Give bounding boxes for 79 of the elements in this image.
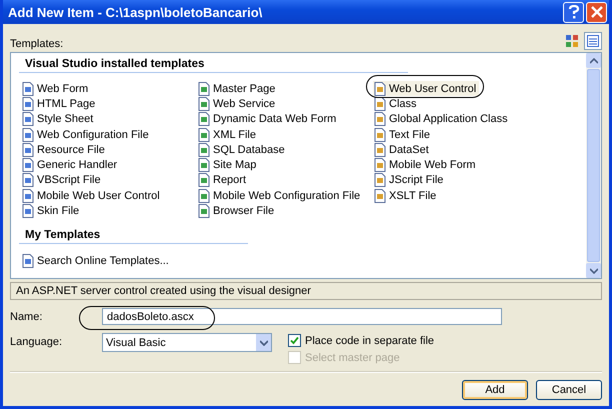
template-item[interactable]: Skin File	[21, 203, 82, 219]
template-item[interactable]: Style Sheet	[21, 112, 96, 127]
template-item[interactable]: Mobile Web Configuration File	[197, 188, 364, 204]
template-item[interactable]: Web User Control	[373, 81, 480, 96]
large-icons-button[interactable]	[563, 32, 581, 50]
template-item[interactable]: Resource File	[21, 142, 108, 158]
template-item[interactable]: DataSet	[373, 142, 432, 158]
file-icon	[197, 173, 211, 188]
file-icon	[373, 158, 387, 172]
file-icon	[373, 112, 387, 126]
file-icon	[373, 82, 387, 96]
language-label: Language:	[10, 335, 63, 348]
scroll-up-icon	[590, 58, 598, 64]
caret-icon	[260, 340, 268, 346]
file-icon	[197, 142, 211, 157]
template-item[interactable]: Class	[373, 96, 420, 112]
template-item[interactable]: HTML Page	[21, 96, 98, 112]
template-item[interactable]: Web Form	[21, 81, 92, 96]
name-field[interactable]: dadosBoleto.ascx	[102, 308, 502, 325]
file-icon	[21, 96, 35, 111]
file-icon	[373, 188, 387, 203]
template-item[interactable]: Report	[197, 172, 250, 188]
template-item[interactable]: Web Configuration File	[21, 126, 152, 142]
list-icon	[587, 35, 599, 47]
template-item[interactable]: Global Application Class	[373, 112, 511, 127]
file-icon	[21, 142, 35, 157]
template-item[interactable]: XML File	[197, 126, 259, 142]
file-icon	[21, 173, 35, 188]
file-icon	[373, 142, 387, 157]
group-heading: My Templates	[19, 226, 248, 244]
template-item[interactable]: Browser File	[197, 203, 278, 219]
template-item[interactable]: Dynamic Data Web Form	[197, 112, 340, 127]
file-icon	[21, 128, 35, 142]
file-icon	[197, 128, 211, 142]
template-item[interactable]: XSLT File	[373, 188, 440, 204]
scrollbar[interactable]	[586, 53, 601, 278]
file-icon	[21, 112, 35, 126]
name-label: Name:	[10, 310, 44, 323]
grid-icon	[566, 35, 578, 47]
close-icon	[590, 6, 602, 18]
language-dropdown[interactable]: Visual Basic	[102, 333, 272, 352]
group-heading: Visual Studio installed templates	[19, 56, 408, 73]
template-item[interactable]: Search Online Templates...	[21, 254, 172, 269]
cancel-button[interactable]: Cancel	[536, 380, 602, 400]
window-title: Add New Item - C:\1aspn\boletoBancario\	[8, 4, 264, 20]
file-icon	[21, 254, 35, 268]
template-item[interactable]: Web Service	[197, 96, 278, 112]
template-item[interactable]: Generic Handler	[21, 157, 120, 173]
close-button[interactable]	[586, 2, 607, 22]
template-item[interactable]: Site Map	[197, 157, 260, 173]
file-icon	[373, 128, 387, 142]
help-icon	[568, 5, 580, 19]
template-item[interactable]: Master Page	[197, 81, 278, 96]
check-icon	[290, 336, 299, 345]
file-icon	[21, 82, 35, 96]
template-item[interactable]: VBScript File	[21, 172, 104, 188]
small-icons-button[interactable]	[584, 32, 602, 50]
templates-label: Templates:	[10, 38, 64, 50]
template-item[interactable]: SQL Database	[197, 142, 288, 158]
add-button[interactable]: Add	[462, 380, 528, 400]
file-icon	[21, 204, 35, 218]
help-button[interactable]	[563, 2, 584, 22]
template-item[interactable]: Text File	[373, 126, 433, 142]
file-icon	[197, 112, 211, 126]
template-item[interactable]: Mobile Web User Control	[21, 188, 163, 204]
description-text: An ASP.NET server control created using the visual designer	[16, 285, 311, 297]
file-icon	[197, 204, 211, 218]
file-icon	[197, 96, 211, 111]
checkbox-option[interactable]: Place code in separate file	[288, 333, 434, 348]
template-item[interactable]: JScript File	[373, 172, 446, 188]
file-icon	[373, 173, 387, 188]
file-icon	[21, 158, 35, 172]
file-icon	[197, 188, 211, 203]
file-icon	[197, 158, 211, 172]
template-item[interactable]: Mobile Web Form	[373, 157, 479, 173]
file-icon	[197, 82, 211, 96]
scroll-down-icon	[590, 268, 598, 274]
file-icon	[21, 188, 35, 203]
file-icon	[373, 96, 387, 111]
